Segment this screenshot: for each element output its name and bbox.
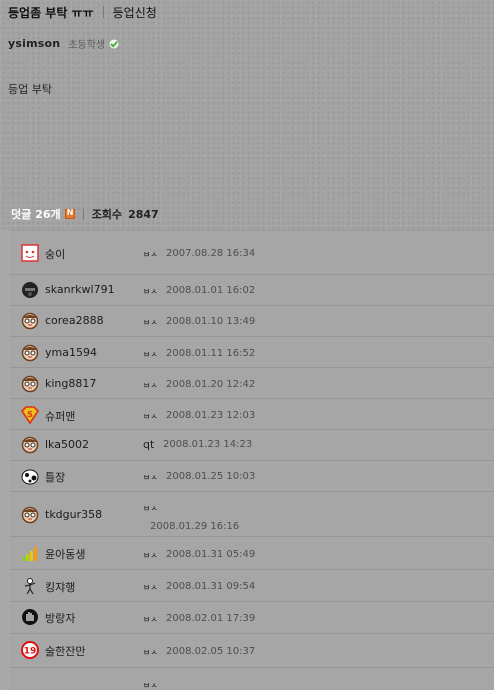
nineteen-badge-icon[interactable]: 19	[21, 641, 39, 659]
comment-date: 2008.01.29 16:16	[150, 521, 240, 532]
comment-date: 2008.01.23 14:23	[163, 439, 253, 450]
views-count: 2847	[128, 207, 159, 221]
stick-figure-icon[interactable]	[21, 577, 39, 595]
comment-nickname[interactable]: corea2888	[45, 314, 104, 327]
post-area: 등업좀 부탁 ㅠㅠ 등업신청 ysimson 초등학생 등업 부탁 덧글 26개…	[0, 0, 494, 230]
comment-date: 2008.01.31 05:49	[166, 549, 256, 560]
comment-date: 2008.01.20 12:42	[166, 379, 256, 390]
comment-date: 2008.01.31 09:54	[166, 581, 256, 592]
comment-row: 방랑자 ㅂㅅ 2008.02.01 17:39	[10, 602, 494, 634]
comment-nickname[interactable]: skanrkwl791	[45, 283, 115, 296]
comment-nickname[interactable]: king8817	[45, 377, 96, 390]
comment-date: 2008.01.25 10:03	[166, 471, 256, 482]
comment-row: 19 술한잔만 ㅂㅅ 2008.02.05 10:37	[10, 634, 494, 668]
divider	[82, 208, 84, 220]
post-body: 등업 부탁	[8, 83, 52, 96]
comment-date: 2008.01.23 12:03	[166, 410, 256, 421]
svg-text:19: 19	[24, 647, 37, 657]
comment-text: ㅂㅅ	[143, 473, 158, 482]
author-name[interactable]: ysimson	[8, 37, 60, 50]
comment-date: 2008.02.05 10:37	[166, 646, 256, 657]
comment-nickname[interactable]: 윤아동생	[45, 546, 85, 562]
comment-row: 틀장 ㅂㅅ 2008.01.25 10:03	[10, 461, 494, 492]
comment-text: ㅂㅅ	[143, 381, 158, 390]
glasses-face-icon[interactable]	[21, 436, 39, 454]
comment-row: king8817 ㅂㅅ 2008.01.20 12:42	[10, 368, 494, 399]
comment-nickname[interactable]: tkdgur358	[45, 508, 102, 521]
comment-row: lka5002 qt 2008.01.23 14:23	[10, 430, 494, 461]
comment-row: yma1594 ㅂㅅ 2008.01.11 16:52	[10, 337, 494, 368]
new-badge-icon	[64, 208, 75, 219]
pink-face-icon[interactable]	[21, 244, 39, 262]
comment-text: qt	[143, 438, 155, 451]
comment-text: ㅂㅅ	[143, 648, 158, 657]
comment-row: 킹쟈행 ㅂㅅ 2008.01.31 09:54	[10, 570, 494, 602]
comment-row: skanrkwl791 ㅂㅅ 2008.01.01 16:02	[10, 275, 494, 306]
comment-nickname[interactable]: 술한잔만	[45, 643, 85, 659]
comment-date: 2007.08.28 16:34	[166, 248, 256, 259]
comment-date: 2008.02.01 17:39	[166, 613, 256, 624]
comment-nickname[interactable]: 킹쟈행	[45, 579, 75, 595]
comment-row: ㅂㅅ	[10, 668, 494, 690]
glasses-face-icon[interactable]	[21, 312, 39, 330]
dark-face-icon[interactable]	[21, 281, 39, 299]
superman-logo-icon[interactable]: S	[21, 406, 39, 424]
views-label: 조회수	[91, 208, 123, 221]
comment-nickname[interactable]: 방랑자	[45, 610, 75, 626]
comment-text: ㅂㅅ	[143, 615, 158, 624]
comment-text: ㅂㅅ	[143, 412, 158, 421]
comment-row: 윤아동생 ㅂㅅ 2008.01.31 05:49	[10, 537, 494, 570]
comment-row: corea2888 ㅂㅅ 2008.01.10 13:49	[10, 306, 494, 337]
post-title-row: 등업좀 부탁 ㅠㅠ 등업신청	[8, 3, 157, 21]
svg-text:S: S	[27, 410, 33, 419]
hand-icon[interactable]	[21, 608, 39, 626]
divider	[102, 6, 104, 18]
comment-text: ㅂㅅ	[143, 551, 158, 560]
glasses-face-icon[interactable]	[21, 375, 39, 393]
comment-text: ㅂㅅ	[143, 287, 158, 296]
post-title[interactable]: 등업좀 부탁 ㅠㅠ	[8, 4, 94, 21]
comment-text: ㅂㅅ	[143, 350, 158, 359]
check-icon	[109, 39, 119, 48]
comment-date: 2008.01.01 16:02	[166, 285, 256, 296]
comment-header: 덧글 26개 조회수 2847	[11, 206, 159, 222]
comment-text: ㅂㅅ	[143, 583, 158, 592]
glasses-face-icon[interactable]	[21, 506, 39, 524]
author-row: ysimson 초등학생	[8, 36, 119, 51]
comment-row: tkdgur358 ㅂㅅ 2008.01.29 16:16	[10, 492, 494, 537]
comment-list: 숭이 ㅂㅅ 2007.08.28 16:34 skanrkwl791 ㅂㅅ 2008.01…	[10, 230, 494, 690]
comment-text: ㅂㅅ	[143, 250, 158, 259]
author-level: 초등학생	[68, 40, 106, 51]
glasses-face-icon[interactable]	[21, 344, 39, 362]
comment-nickname[interactable]: lka5002	[45, 438, 89, 451]
comment-text: ㅂㅅ	[143, 504, 158, 513]
comment-date: 2008.01.10 13:49	[166, 316, 256, 327]
comment-nickname[interactable]: 슈퍼맨	[45, 408, 75, 424]
comment-row: S 슈퍼맨 ㅂㅅ 2008.01.23 12:03	[10, 399, 494, 430]
comment-nickname[interactable]: yma1594	[45, 346, 97, 359]
signal-bars-icon[interactable]	[21, 544, 39, 562]
comment-nickname[interactable]: 숭이	[45, 246, 65, 262]
post-category[interactable]: 등업신청	[113, 4, 157, 21]
comment-date: 2008.01.11 16:52	[166, 348, 256, 359]
comment-label: 덧글	[11, 208, 32, 221]
comment-text: ㅂㅅ	[143, 318, 158, 327]
comment-count: 26개	[35, 208, 61, 221]
cow-icon[interactable]	[21, 467, 39, 485]
comment-row: 숭이 ㅂㅅ 2007.08.28 16:34	[10, 231, 494, 275]
comment-nickname[interactable]: 틀장	[45, 469, 65, 485]
